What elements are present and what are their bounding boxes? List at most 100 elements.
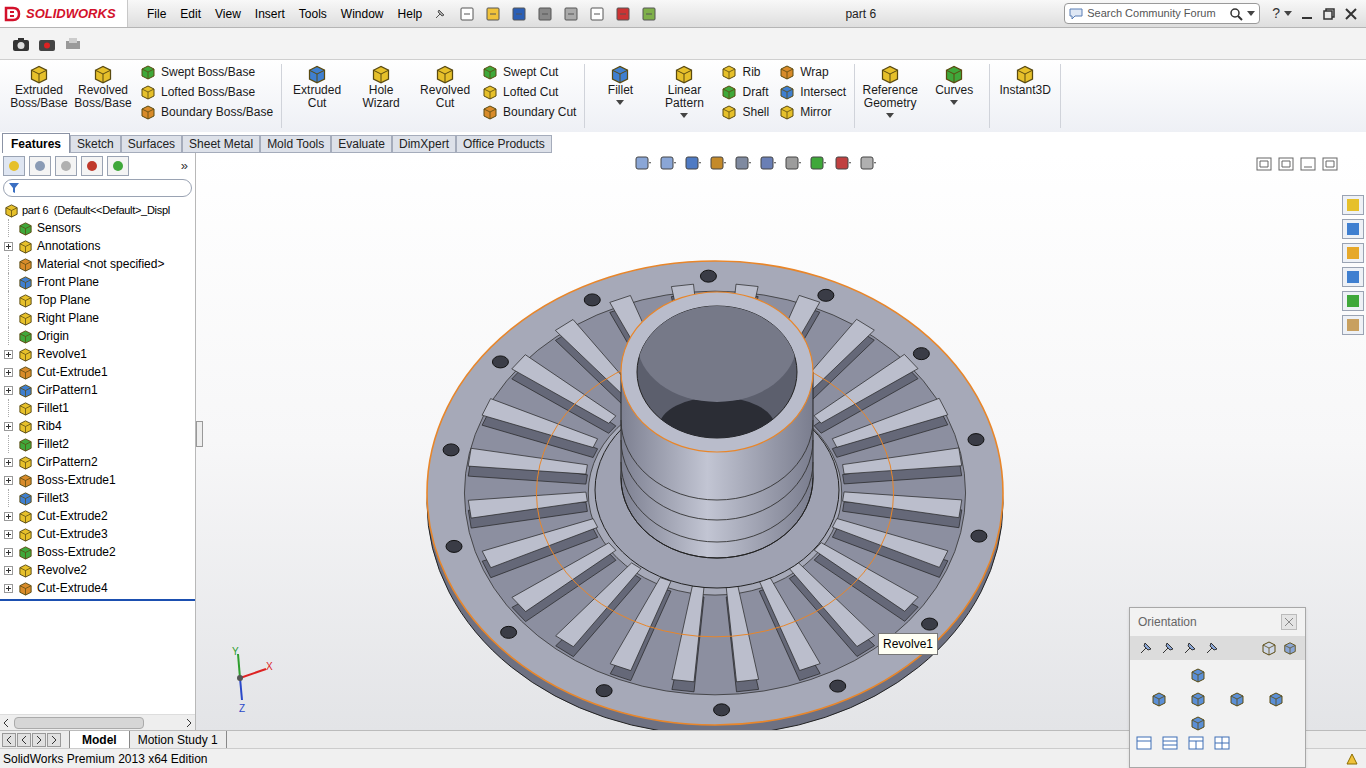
- camera-icon[interactable]: [12, 36, 30, 52]
- view-tool-icon[interactable]: [634, 155, 652, 171]
- ribbon-small-button[interactable]: Draft: [721, 84, 769, 100]
- view-tool-icon[interactable]: [859, 155, 877, 171]
- tree-item[interactable]: Rib4: [0, 417, 195, 435]
- ribbon-small-button[interactable]: Shell: [721, 104, 769, 120]
- task-pane-icon[interactable]: [1342, 219, 1364, 239]
- viewport-layout-icon[interactable]: [1214, 736, 1230, 750]
- pin-view-icon[interactable]: [1182, 640, 1198, 656]
- expand-icon[interactable]: [4, 566, 13, 575]
- rebuild-icon[interactable]: [1345, 752, 1359, 766]
- command-tab[interactable]: Office Products: [456, 135, 552, 153]
- tree-item[interactable]: Fillet2: [0, 435, 195, 453]
- pin-view-icon[interactable]: [1160, 640, 1176, 656]
- ribbon-small-button[interactable]: Lofted Boss/Base: [140, 84, 273, 100]
- ribbon-small-button[interactable]: Rib: [721, 64, 769, 80]
- ribbon-small-button[interactable]: Intersect: [779, 84, 846, 100]
- tree-item[interactable]: Revolve2: [0, 561, 195, 579]
- menu-item[interactable]: View: [208, 5, 248, 23]
- part-model[interactable]: [427, 261, 1003, 730]
- expand-icon[interactable]: [4, 422, 13, 431]
- scroll-right-icon[interactable]: [185, 719, 193, 727]
- panel-more[interactable]: »: [181, 156, 192, 176]
- tree-item[interactable]: Boss-Extrude2: [0, 543, 195, 561]
- minimize-icon[interactable]: [1300, 7, 1314, 21]
- tree-item[interactable]: CirPattern1: [0, 381, 195, 399]
- quick-access-icon[interactable]: [485, 6, 501, 22]
- panel-tab-icon[interactable]: [55, 156, 77, 176]
- viewport-button-icon[interactable]: [1300, 157, 1316, 171]
- tree-item[interactable]: Material <not specified>: [0, 255, 195, 273]
- bottom-tab[interactable]: Motion Study 1: [130, 731, 227, 748]
- expand-icon[interactable]: [4, 512, 13, 521]
- view-tool-icon[interactable]: [784, 155, 802, 171]
- view-tool-icon[interactable]: [734, 155, 752, 171]
- view-tool-icon[interactable]: [759, 155, 777, 171]
- ribbon-small-button[interactable]: Boundary Boss/Base: [140, 104, 273, 120]
- panel-splitter[interactable]: [196, 421, 203, 447]
- viewport-layout-icon[interactable]: [1162, 736, 1178, 750]
- expand-icon[interactable]: [4, 368, 13, 377]
- menu-item[interactable]: Help: [391, 5, 430, 23]
- tree-item[interactable]: Top Plane: [0, 291, 195, 309]
- panel-tab-icon[interactable]: [3, 156, 25, 176]
- pin-view-icon[interactable]: [1204, 640, 1220, 656]
- expand-icon[interactable]: [4, 350, 13, 359]
- tree-item[interactable]: Sensors: [0, 219, 195, 237]
- print-icon[interactable]: [64, 36, 82, 52]
- tree-item[interactable]: Front Plane: [0, 273, 195, 291]
- horizontal-scrollbar[interactable]: [0, 714, 195, 730]
- command-tab[interactable]: Sketch: [70, 135, 121, 153]
- command-tab[interactable]: Sheet Metal: [182, 135, 260, 153]
- viewport-button-icon[interactable]: [1322, 157, 1338, 171]
- expand-icon[interactable]: [4, 242, 13, 251]
- ribbon-button[interactable]: Revolved Cut: [414, 64, 476, 110]
- menu-item[interactable]: File: [140, 5, 173, 23]
- task-pane-icon[interactable]: [1342, 291, 1364, 311]
- quick-access-icon[interactable]: [641, 6, 657, 22]
- tree-item[interactable]: Fillet3: [0, 489, 195, 507]
- quick-access-icon[interactable]: [511, 6, 527, 22]
- menu-item[interactable]: Window: [334, 5, 391, 23]
- command-tab[interactable]: Surfaces: [121, 135, 182, 153]
- expand-icon[interactable]: [4, 386, 13, 395]
- record-icon[interactable]: [38, 36, 56, 52]
- expand-icon[interactable]: [4, 530, 13, 539]
- ribbon-button[interactable]: Curves: [923, 64, 985, 105]
- tree-item[interactable]: CirPattern2: [0, 453, 195, 471]
- task-pane-icon[interactable]: [1342, 267, 1364, 287]
- ribbon-small-button[interactable]: Mirror: [779, 104, 846, 120]
- viewport-layout-icon[interactable]: [1188, 736, 1204, 750]
- ribbon-button[interactable]: Linear Pattern: [653, 64, 715, 118]
- panel-tab-icon[interactable]: [107, 156, 129, 176]
- quick-access-icon[interactable]: [459, 6, 475, 22]
- tree-root[interactable]: part 6 (Default<<Default>_Displ: [0, 201, 195, 219]
- tree-item[interactable]: Annotations: [0, 237, 195, 255]
- ribbon-button[interactable]: Hole Wizard: [350, 64, 412, 110]
- menu-item[interactable]: Edit: [173, 5, 208, 23]
- dropdown-arrow-icon[interactable]: [950, 100, 958, 105]
- ribbon-button[interactable]: Reference Geometry: [859, 64, 921, 118]
- view-tool-icon[interactable]: [709, 155, 727, 171]
- help-button[interactable]: ?: [1268, 3, 1284, 24]
- restore-icon[interactable]: [1322, 7, 1336, 21]
- view-tool-icon[interactable]: [684, 155, 702, 171]
- task-pane-icon[interactable]: [1342, 195, 1364, 215]
- command-tab[interactable]: Mold Tools: [260, 135, 331, 153]
- tree-item[interactable]: Cut-Extrude2: [0, 507, 195, 525]
- command-tab[interactable]: DimXpert: [392, 135, 456, 153]
- viewport-button-icon[interactable]: [1256, 157, 1272, 171]
- pin-icon[interactable]: [433, 7, 447, 21]
- dropdown-arrow-icon[interactable]: [680, 113, 688, 118]
- panel-tab-icon[interactable]: [29, 156, 51, 176]
- tab-nav-icon[interactable]: [2, 733, 16, 747]
- tree-item[interactable]: Revolve1: [0, 345, 195, 363]
- ribbon-small-button[interactable]: Boundary Cut: [482, 104, 576, 120]
- tree-item[interactable]: Right Plane: [0, 309, 195, 327]
- tree-item[interactable]: Cut-Extrude3: [0, 525, 195, 543]
- tree-item[interactable]: Cut-Extrude1: [0, 363, 195, 381]
- task-pane-icon[interactable]: [1342, 315, 1364, 335]
- quick-access-icon[interactable]: [615, 6, 631, 22]
- tab-nav-icon[interactable]: [32, 733, 46, 747]
- view-tool-icon[interactable]: [809, 155, 827, 171]
- tab-nav-icon[interactable]: [47, 733, 61, 747]
